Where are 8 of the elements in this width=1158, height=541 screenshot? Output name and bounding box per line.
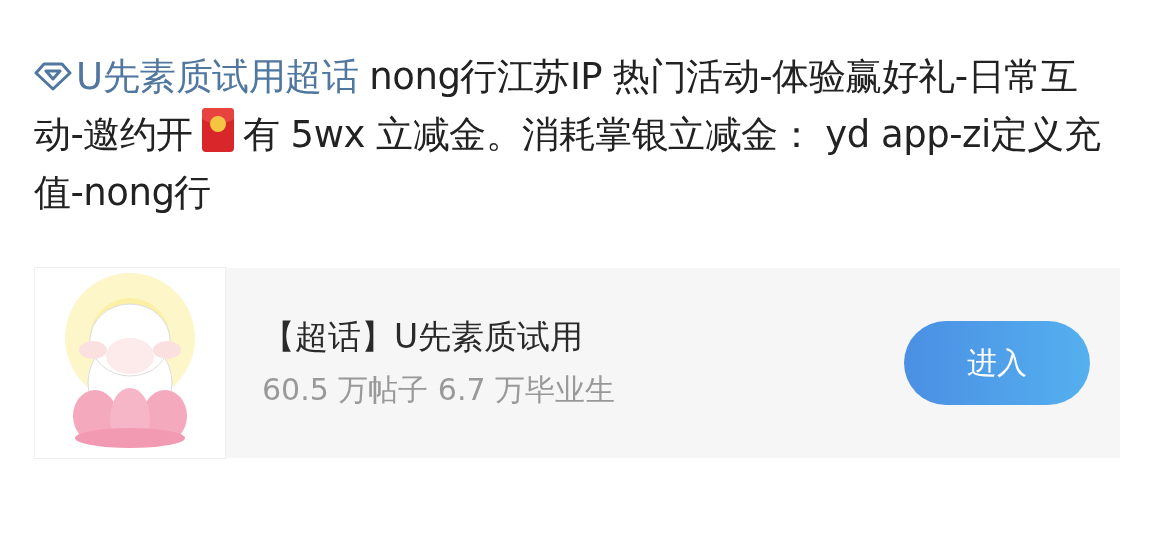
post-text: U先素质试用超话 nong行江苏IP 热门活动-体验赢好礼-日常互动-邀约开 有 5wx 立减金。消耗掌银立减金： yd app-zi定义充值-nong行 (34, 54, 1102, 216)
envelope-icon (200, 107, 235, 153)
topic-stats: 60.5 万帖子 6.7 万毕业生 (262, 371, 617, 409)
topic-card[interactable]: 【超话】U先素质试用 60.5 万帖子 6.7 万毕业生 进入 (34, 268, 1120, 458)
diamond-icon (34, 61, 72, 91)
topic-title: 【超话】U先素质试用 (262, 316, 585, 358)
enter-button[interactable]: 进入 (904, 321, 1090, 405)
topic-link[interactable]: U先素质试用超话 (34, 55, 359, 98)
